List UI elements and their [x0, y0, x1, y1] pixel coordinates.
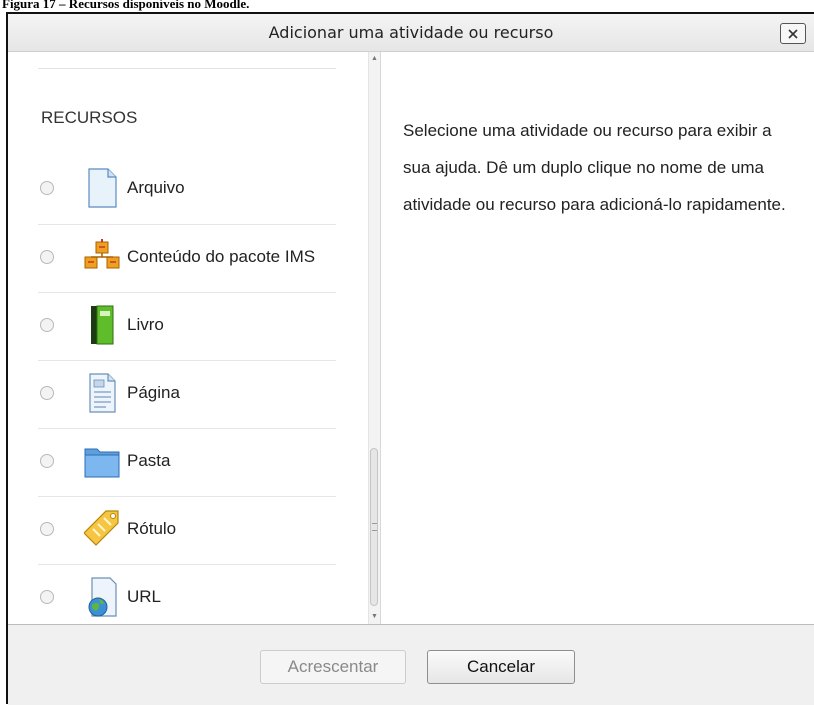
scroll-down-arrow-icon[interactable]: ▼ — [369, 610, 380, 624]
option-label[interactable]: Arquivo — [127, 178, 185, 198]
scroll-up-arrow-icon[interactable]: ▲ — [369, 52, 380, 66]
list-scrollbar[interactable]: ▲ ▼ — [368, 52, 380, 624]
option-label[interactable]: Conteúdo do pacote IMS — [127, 247, 315, 267]
resource-option-pagina[interactable]: Página — [38, 360, 336, 429]
resource-option-arquivo[interactable]: Arquivo — [38, 156, 336, 224]
radio-rotulo[interactable] — [40, 522, 54, 536]
radio-ims[interactable] — [40, 250, 54, 264]
radio-livro[interactable] — [40, 318, 54, 332]
label-tag-icon — [84, 510, 119, 546]
radio-arquivo[interactable] — [40, 181, 54, 195]
figure-caption: Figura 17 – Recursos disponíveis no Mood… — [2, 0, 250, 11]
ims-package-icon — [84, 239, 120, 269]
section-heading-resources: RECURSOS — [41, 108, 138, 127]
page-icon — [89, 373, 116, 413]
resource-option-pasta[interactable]: Pasta — [38, 428, 336, 497]
close-icon — [788, 28, 798, 39]
file-icon — [88, 168, 117, 208]
book-icon — [91, 305, 114, 345]
resource-list-pane[interactable]: RECURSOS Arquivo Conteúdo do pacote IMS … — [8, 52, 381, 624]
radio-url[interactable] — [40, 590, 54, 604]
option-label[interactable]: URL — [127, 587, 161, 607]
list-divider — [38, 68, 336, 69]
dialog-footer: Acrescentar Cancelar — [8, 624, 814, 705]
radio-pagina[interactable] — [40, 386, 54, 400]
help-pane: Selecione uma atividade ou recurso para … — [381, 52, 814, 624]
folder-icon — [84, 448, 120, 478]
radio-pasta[interactable] — [40, 454, 54, 468]
dialog-titlebar: Adicionar uma atividade ou recurso — [8, 14, 814, 52]
close-button[interactable] — [780, 23, 806, 44]
option-label[interactable]: Rótulo — [127, 519, 176, 539]
resource-option-livro[interactable]: Livro — [38, 292, 336, 361]
add-activity-dialog: Adicionar uma atividade ou recurso RECUR… — [6, 12, 814, 705]
dialog-title: Adicionar uma atividade ou recurso — [268, 23, 554, 42]
option-label[interactable]: Página — [127, 383, 180, 403]
cancel-button[interactable]: Cancelar — [427, 650, 575, 684]
scroll-thumb[interactable] — [370, 448, 378, 606]
add-button[interactable]: Acrescentar — [260, 650, 406, 684]
option-label[interactable]: Pasta — [127, 451, 170, 471]
option-label[interactable]: Livro — [127, 315, 164, 335]
resource-option-rotulo[interactable]: Rótulo — [38, 496, 336, 565]
resource-option-url[interactable]: URL — [38, 564, 336, 624]
grip-icon — [372, 523, 377, 531]
resource-option-ims[interactable]: Conteúdo do pacote IMS — [38, 224, 336, 293]
url-globe-icon — [88, 577, 117, 617]
help-text: Selecione uma atividade ou recurso para … — [403, 121, 786, 214]
